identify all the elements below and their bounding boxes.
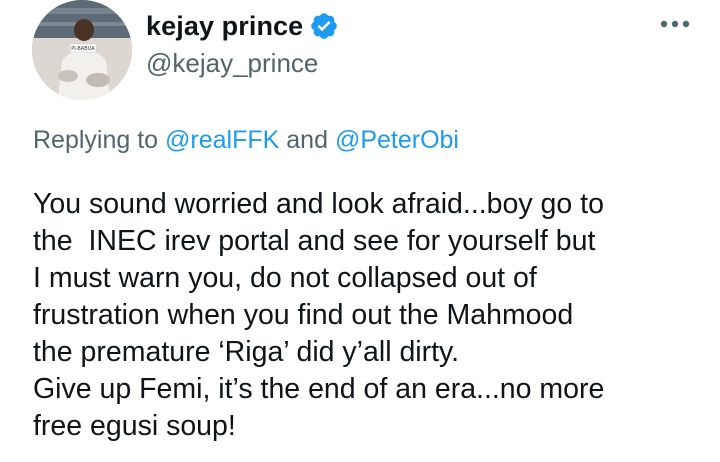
replying-to-label: Replying to (33, 126, 166, 154)
author-handle[interactable]: @kejay_prince (146, 48, 318, 79)
more-options-icon[interactable] (658, 14, 692, 34)
avatar-badge-text: PI-BABUA (71, 46, 95, 52)
replying-to-joiner: and (279, 126, 335, 154)
replying-to-line: Replying to @realFFK and @PeterObi (33, 126, 459, 155)
tweet-line: I must warn you, do not collapsed out of (33, 262, 537, 294)
tweet-line: You sound worried and look afraid...boy … (33, 188, 604, 220)
tweet-line: frustration when you find out the Mahmoo… (33, 299, 574, 331)
author-display-name[interactable]: kejay prince (146, 11, 303, 42)
tweet-line: free egusi soup! (33, 410, 236, 442)
tweet-line: the premature ‘Riga’ did y’all dirty. (33, 336, 460, 368)
tweet-header: PI-BABUA kejay prince @kejay_prince (32, 0, 692, 110)
mention-link-peterobi[interactable]: @PeterObi (335, 126, 459, 154)
tweet-line: Give up Femi, it’s the end of an era...n… (33, 373, 605, 405)
avatar-photo: PI-BABUA (32, 0, 132, 100)
mention-link-realffk[interactable]: @realFFK (165, 126, 279, 154)
avatar[interactable]: PI-BABUA (32, 0, 132, 100)
author-name-row: kejay prince (146, 6, 339, 46)
verified-badge-icon (309, 11, 339, 41)
tweet-line: the INEC irev portal and see for yoursel… (33, 225, 596, 257)
tweet-body: You sound worried and look afraid...boy … (33, 186, 713, 445)
